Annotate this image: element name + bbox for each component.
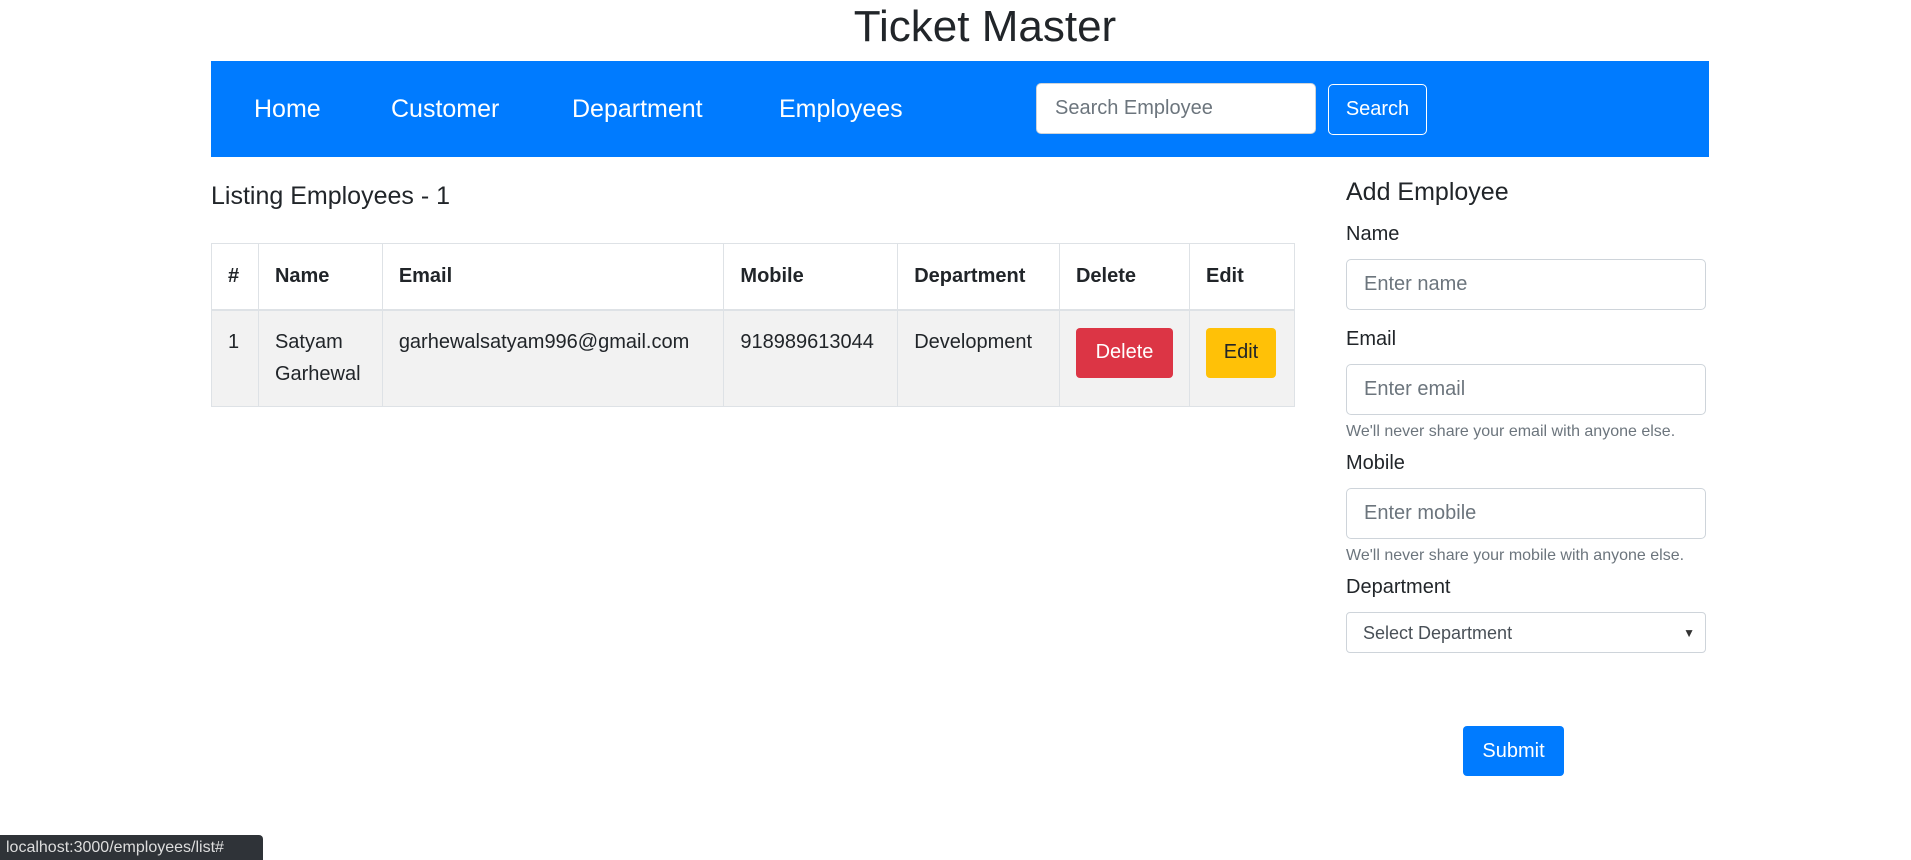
name-label: Name (1346, 223, 1400, 245)
search-input[interactable] (1036, 83, 1316, 134)
mobile-label: Mobile (1346, 452, 1405, 474)
mobile-input[interactable] (1346, 488, 1706, 539)
cell-delete: Delete (1058, 309, 1190, 407)
email-input[interactable] (1346, 364, 1706, 415)
add-employee-form: Add Employee Name Email We'll never shar… (1346, 178, 1706, 653)
cell-name: Satyam Garhewal (257, 309, 383, 407)
email-help: We'll never share your email with anyone… (1346, 423, 1676, 440)
form-heading: Add Employee (1346, 178, 1509, 206)
column-header: Email (381, 243, 725, 311)
cell-edit: Edit (1188, 309, 1296, 407)
edit-button[interactable]: Edit (1205, 327, 1276, 378)
cell-mobile: 918989613044 (723, 309, 899, 407)
column-header: Delete (1058, 243, 1190, 311)
listing-heading: Listing Employees - 1 (211, 182, 451, 210)
search-button[interactable]: Search (1328, 84, 1427, 135)
navbar: Home Customer Department Employees Searc… (211, 61, 1709, 157)
delete-button[interactable]: Delete (1075, 327, 1173, 378)
department-selected: Select Department (1363, 623, 1513, 643)
name-input[interactable] (1346, 259, 1706, 310)
column-header: Edit (1188, 243, 1296, 311)
chevron-down-icon: ▼ (1683, 626, 1695, 640)
department-select[interactable]: Select Department ▼ (1346, 612, 1706, 653)
status-bar-url: localhost:3000/employees/list# (0, 835, 263, 860)
mobile-help: We'll never share your mobile with anyon… (1346, 547, 1685, 564)
employees-table: # Name Email Mobile Department Delete Ed… (211, 243, 1296, 407)
column-header: Name (257, 243, 383, 311)
nav-employees[interactable]: Employees (779, 61, 903, 157)
email-label: Email (1346, 328, 1397, 350)
nav-customer[interactable]: Customer (391, 61, 499, 157)
column-header: Mobile (723, 243, 899, 311)
department-label: Department (1346, 576, 1451, 598)
cell-number: 1 (211, 309, 259, 407)
cell-department: Development (897, 309, 1060, 407)
nav-department[interactable]: Department (572, 61, 703, 157)
cell-email: garhewalsatyam996@gmail.com (381, 309, 725, 407)
submit-button[interactable]: Submit (1463, 726, 1564, 776)
page-title: Ticket Master (853, 2, 1117, 51)
nav-home[interactable]: Home (254, 61, 321, 157)
column-header: # (211, 243, 259, 311)
column-header: Department (897, 243, 1060, 311)
table-row: 1 Satyam Garhewal garhewalsatyam996@gmai… (211, 309, 1296, 407)
